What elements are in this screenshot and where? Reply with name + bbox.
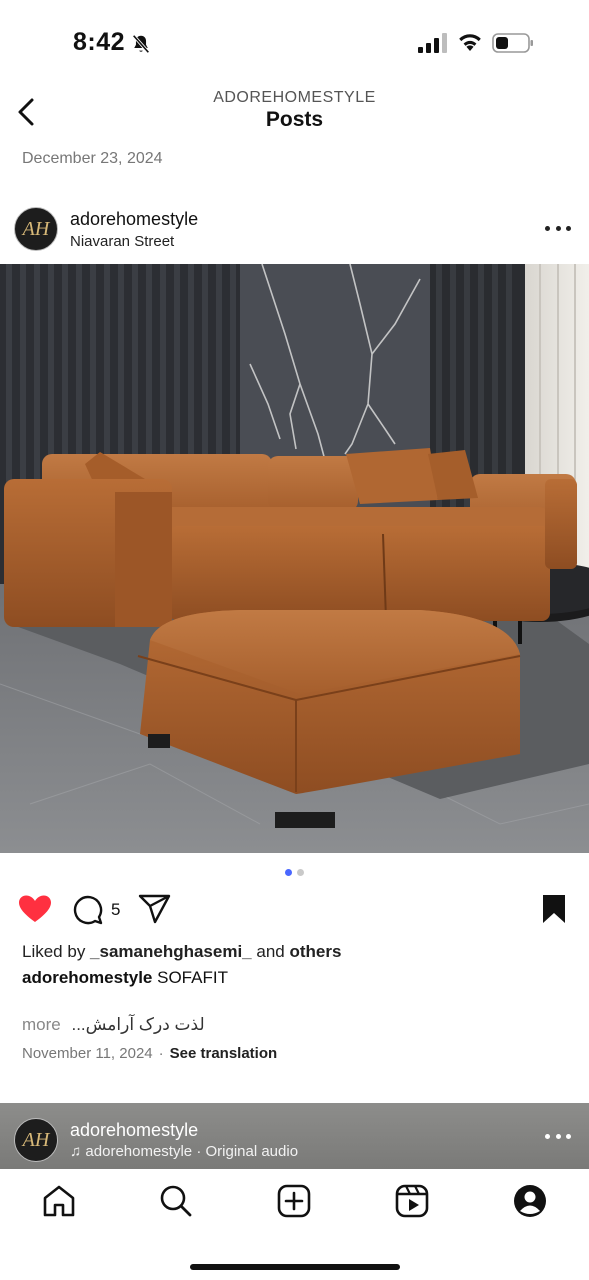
caption-username[interactable]: adorehomestyle [22,968,152,987]
home-icon[interactable] [41,1183,77,1219]
status-bar: 8:42 [0,0,589,80]
liked-by-others[interactable]: others [289,942,341,961]
carousel-dot-1 [285,869,292,876]
caption-persian-text: لذت درک آرامش... [71,1015,205,1034]
avatar-logo: AH [22,217,50,240]
next-post-username[interactable]: adorehomestyle [70,1120,198,1141]
next-post-audio-label: adorehomestyle · Original audio [85,1143,299,1160]
home-indicator [190,1264,400,1270]
comment-icon[interactable] [72,894,104,926]
section-date: December 23, 2024 [22,150,163,167]
caption-text: SOFAFIT [157,968,228,987]
bookmark-icon[interactable] [540,894,568,924]
account-name: ADOREHOMESTYLE [213,89,376,106]
next-post-header[interactable]: AH adorehomestyle ♫ adorehomestyle · Ori… [0,1103,589,1169]
heart-icon[interactable] [18,894,52,924]
bell-off-icon [132,34,150,54]
more-link[interactable]: more [22,1015,61,1034]
next-post-audio[interactable]: ♫ adorehomestyle · Original audio [70,1143,298,1160]
more-icon[interactable] [545,218,571,238]
caption-continued: more لذت درک آرامش... [22,1015,205,1035]
page-header: ADOREHOMESTYLE Posts [0,80,589,142]
post-location[interactable]: Niavaran Street [70,233,174,250]
avatar[interactable]: AH [14,207,58,251]
likes-mid: and [251,942,290,961]
post-caption: adorehomestyle SOFAFIT [22,968,228,988]
post-header: AH adorehomestyle Niavaran Street [0,200,589,260]
status-time: 8:42 [73,28,126,56]
liked-by-user[interactable]: _samanehghasemi_ [90,942,252,961]
post-date: November 11, 2024 [22,1045,153,1062]
see-translation-link[interactable]: See translation [170,1045,278,1062]
meta-separator: · [158,1045,164,1062]
share-icon[interactable] [138,894,172,924]
wifi-icon [459,34,481,51]
create-icon[interactable] [276,1183,312,1219]
music-note-icon: ♫ [70,1143,82,1160]
more-icon[interactable] [545,1131,571,1141]
profile-icon[interactable] [512,1183,548,1219]
post-meta: November 11, 2024 · See translation [22,1045,277,1062]
battery-icon [492,33,533,53]
avatar[interactable]: AH [14,1118,58,1162]
bottom-nav [0,1169,589,1280]
carousel-indicator [0,869,589,876]
comment-count: 5 [111,900,121,919]
post-image[interactable] [0,264,589,853]
avatar-logo: AH [22,1128,50,1151]
carousel-dot-2 [297,869,304,876]
sofa-photo [0,264,589,853]
post-username[interactable]: adorehomestyle [70,209,198,230]
signal-icon [418,33,447,53]
likes-summary[interactable]: Liked by _samanehghasemi_ and others [22,942,341,962]
reels-icon[interactable] [394,1183,430,1219]
post-actions: 5 [0,890,589,930]
search-icon[interactable] [158,1183,194,1219]
page-title: Posts [265,108,324,131]
likes-prefix: Liked by [22,942,91,961]
